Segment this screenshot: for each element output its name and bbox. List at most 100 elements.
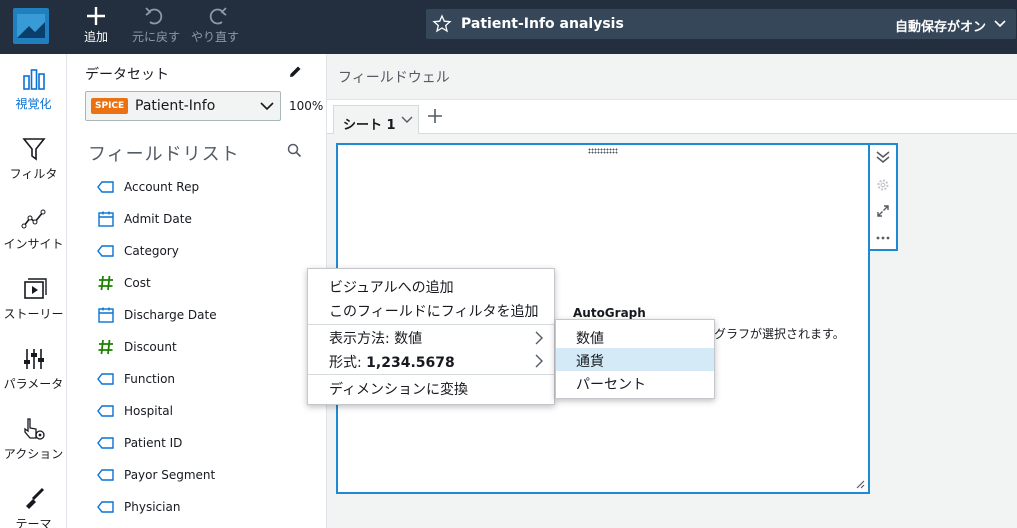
rail-insights-label: インサイト: [3, 237, 64, 251]
redo-icon: [209, 7, 227, 25]
chevron-down-icon[interactable]: [993, 18, 1007, 30]
tab-sheet-1[interactable]: シート 1: [333, 105, 419, 134]
drag-handle[interactable]: [588, 148, 618, 154]
autosave-status[interactable]: 自動保存がオン: [895, 16, 986, 35]
story-play-icon: [23, 278, 47, 299]
dataset-name: Patient-Info: [135, 98, 216, 114]
field-name: Category: [124, 244, 179, 258]
dimension-tag-icon: [97, 499, 115, 515]
submenu-item-currency[interactable]: 通貨: [556, 348, 714, 371]
dataset-label: データセット: [85, 67, 169, 83]
field-name: Payor Segment: [124, 468, 216, 482]
dimension-tag-icon: [97, 179, 115, 195]
sheet-tab-label: シート 1: [343, 118, 396, 133]
field-name: Hospital: [124, 404, 173, 418]
dimension-tag-icon: [97, 243, 115, 259]
dataset-select[interactable]: SPICE Patient-Info: [85, 91, 281, 121]
rail-visualize[interactable]: 視覚化: [0, 66, 67, 112]
field-name: Discharge Date: [124, 308, 217, 322]
more-options-icon[interactable]: [875, 230, 891, 246]
analysis-title[interactable]: Patient-Info analysis: [461, 16, 624, 32]
left-rail: 視覚化 フィルタ インサイト ストーリー パラメータ アクション テーマ: [0, 54, 67, 528]
star-icon[interactable]: [432, 14, 452, 34]
sliders-icon: [23, 349, 44, 369]
show-as-prefix: 表示方法:: [329, 331, 395, 347]
rail-parameters-label: パラメータ: [3, 377, 64, 391]
pencil-icon[interactable]: [287, 64, 303, 80]
visual-description: グラフが選択されます。: [714, 327, 845, 341]
field-context-menu: ビジュアルへの追加 このフィールドにフィルタを追加 表示方法: 数値 形式: 1…: [307, 268, 555, 405]
rail-actions[interactable]: アクション: [0, 416, 67, 462]
field-name: Physician: [124, 500, 181, 514]
gear-icon[interactable]: [875, 177, 891, 193]
search-icon[interactable]: [287, 143, 302, 158]
dimension-tag-icon: [97, 467, 115, 483]
insights-icon: [21, 209, 45, 229]
spice-badge: SPICE: [91, 98, 129, 114]
top-bar: 追加 元に戻す やり直す Patient-Info analysis 自動保存が…: [0, 0, 1017, 54]
chevron-right-icon: [535, 331, 543, 345]
field-wells-label: フィールドウェル: [338, 70, 450, 86]
menu-item-format[interactable]: 形式: 1,234.5678: [329, 352, 455, 372]
funnel-icon: [21, 138, 46, 161]
quicksight-logo-icon[interactable]: [13, 8, 49, 44]
menu-item-convert-dimension[interactable]: ディメンションに変換: [329, 379, 468, 399]
calendar-icon: [97, 211, 115, 227]
chevron-down-icon[interactable]: [401, 115, 413, 125]
chevron-down-icon: [260, 102, 274, 111]
plus-icon: [87, 7, 105, 25]
rail-filter[interactable]: フィルタ: [0, 136, 67, 182]
expand-icon[interactable]: [875, 203, 891, 219]
rail-story-label: ストーリー: [3, 307, 64, 321]
format-value: 1,234.5678: [366, 355, 455, 371]
pointer-gear-icon: [23, 418, 45, 440]
menu-item-show-as[interactable]: 表示方法: 数値: [329, 328, 422, 348]
dimension-tag-icon: [97, 435, 115, 451]
submenu-item-label: 数値: [576, 331, 604, 347]
menu-divider: [308, 324, 554, 325]
add-label: 追加: [83, 30, 108, 44]
dimension-tag-icon: [97, 371, 115, 387]
field-list-title: フィールドリスト: [88, 144, 240, 165]
menu-divider: [308, 374, 554, 375]
redo-button[interactable]: やり直す: [188, 4, 242, 45]
rail-themes[interactable]: テーマ: [0, 486, 67, 528]
hash-icon: [97, 275, 115, 291]
submenu-item-label: パーセント: [576, 377, 646, 393]
field-name: Account Rep: [124, 180, 200, 194]
double-chevron-down-icon[interactable]: [875, 149, 891, 165]
rail-story[interactable]: ストーリー: [0, 276, 67, 322]
submenu-item-number[interactable]: 数値: [556, 325, 714, 348]
analysis-title-bar: Patient-Info analysis 自動保存がオン: [426, 9, 1016, 39]
rail-insights[interactable]: インサイト: [0, 206, 67, 252]
rail-visualize-label: 視覚化: [15, 97, 52, 111]
resize-handle-icon[interactable]: [855, 479, 865, 489]
undo-button[interactable]: 元に戻す: [130, 4, 182, 45]
add-sheet-plus-icon[interactable]: [427, 108, 443, 124]
menu-item-add-to-visual[interactable]: ビジュアルへの追加: [329, 277, 454, 297]
rail-themes-label: テーマ: [15, 517, 52, 528]
show-as-value: 数値: [394, 331, 423, 347]
spice-usage-percent: 100%: [289, 99, 324, 113]
sheet-tab-bar: シート 1: [327, 100, 1017, 134]
calendar-icon: [97, 307, 115, 323]
rail-filter-label: フィルタ: [9, 167, 58, 181]
submenu-item-percent[interactable]: パーセント: [556, 371, 714, 394]
field-name: Cost: [124, 276, 151, 290]
menu-item-add-filter[interactable]: このフィールドにフィルタを追加: [329, 301, 538, 321]
visual-toolbar: [870, 143, 898, 251]
field-name: Function: [124, 372, 176, 386]
visual-title: AutoGraph: [573, 306, 646, 320]
add-button[interactable]: 追加: [80, 4, 112, 45]
hash-icon: [97, 339, 115, 355]
field-name: Admit Date: [124, 212, 192, 226]
undo-icon: [145, 7, 163, 25]
submenu-item-label: 通貨: [576, 354, 604, 370]
undo-label: 元に戻す: [131, 30, 180, 44]
rail-parameters[interactable]: パラメータ: [0, 346, 67, 392]
field-wells[interactable]: フィールドウェル: [327, 54, 1017, 100]
redo-label: やり直す: [190, 30, 239, 44]
dimension-tag-icon: [97, 403, 115, 419]
chevron-right-icon: [535, 354, 543, 368]
rail-actions-label: アクション: [3, 447, 64, 461]
